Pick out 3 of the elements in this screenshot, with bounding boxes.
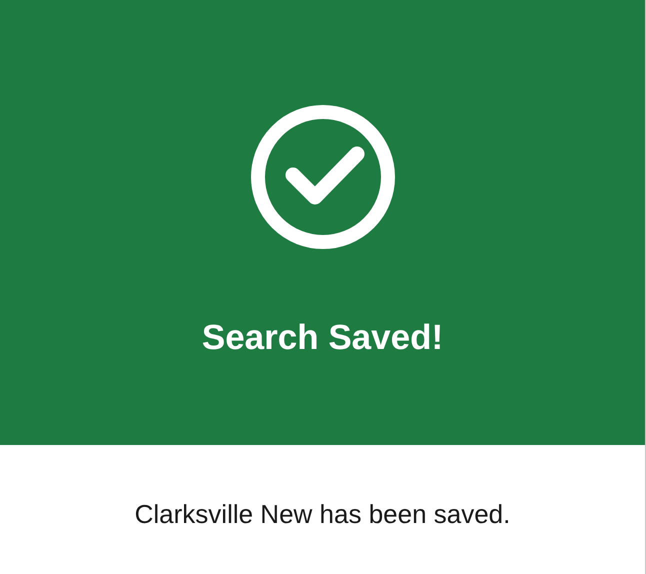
confirmation-message: Clarksville New has been saved. [134, 499, 510, 530]
check-circle-icon [250, 105, 394, 249]
banner-title: Search Saved! [202, 317, 444, 359]
